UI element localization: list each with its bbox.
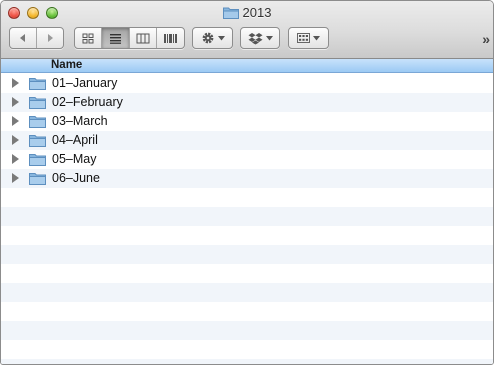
list-item[interactable]: 04–April xyxy=(1,131,493,150)
disclosure-triangle-icon[interactable] xyxy=(12,78,19,88)
dropbox-icon xyxy=(248,32,262,44)
back-button[interactable] xyxy=(10,28,37,48)
disclosure-triangle-icon[interactable] xyxy=(12,154,19,164)
empty-list-row xyxy=(1,321,493,340)
folder-icon xyxy=(29,78,46,90)
empty-list-row xyxy=(1,359,493,364)
list-item-label: 03–March xyxy=(52,114,108,128)
disclosure-triangle-icon[interactable] xyxy=(12,173,19,183)
file-list: 01–January 02–February 03–March 04–April 05–… xyxy=(1,74,493,364)
folder-icon xyxy=(29,135,46,147)
chevron-down-icon xyxy=(217,35,225,40)
empty-list-row xyxy=(1,340,493,359)
empty-list-row xyxy=(1,302,493,321)
disclosure-triangle-icon[interactable] xyxy=(12,97,19,107)
name-column-header-label: Name xyxy=(51,59,83,71)
finder-window: 2013 » Name 01–January 02–February 03–Ma… xyxy=(0,0,494,365)
list-item-label: 02–February xyxy=(52,95,123,109)
column-view-icon xyxy=(136,33,150,43)
forward-arrow-icon xyxy=(47,34,53,42)
folder-icon xyxy=(222,7,239,19)
empty-list-row xyxy=(1,264,493,283)
list-item-label: 01–January xyxy=(52,76,118,90)
list-item[interactable]: 06–June xyxy=(1,169,493,188)
action-menu-inner[interactable] xyxy=(193,28,232,48)
arrange-menu-inner[interactable] xyxy=(289,28,328,48)
chevron-down-icon xyxy=(265,35,273,40)
list-view-button[interactable] xyxy=(102,28,130,48)
folder-icon xyxy=(29,97,46,109)
disclosure-triangle-icon[interactable] xyxy=(12,116,19,126)
arrange-menu-button[interactable] xyxy=(288,27,329,49)
window-title: 2013 xyxy=(1,5,493,20)
list-item[interactable]: 02–February xyxy=(1,93,493,112)
gear-icon xyxy=(202,32,213,44)
list-item-label: 05–May xyxy=(52,152,97,166)
empty-list-row xyxy=(1,283,493,302)
folder-icon xyxy=(29,154,46,166)
dropbox-menu-inner[interactable] xyxy=(241,28,279,48)
list-item[interactable]: 05–May xyxy=(1,150,493,169)
column-view-button[interactable] xyxy=(130,28,157,48)
arrange-grid-icon xyxy=(297,33,310,43)
empty-list-row xyxy=(1,245,493,264)
back-forward-control xyxy=(9,27,64,49)
list-item[interactable]: 01–January xyxy=(1,74,493,93)
chevron-down-icon xyxy=(313,35,320,40)
view-mode-control xyxy=(74,27,185,49)
coverflow-view-icon xyxy=(163,33,177,43)
icon-view-button[interactable] xyxy=(75,28,103,48)
action-menu-button[interactable] xyxy=(192,27,233,49)
icon-view-icon xyxy=(82,33,94,43)
list-item-label: 06–June xyxy=(52,171,100,185)
list-item[interactable]: 03–March xyxy=(1,112,493,131)
folder-icon xyxy=(29,116,46,128)
list-view-icon xyxy=(109,33,121,44)
toolbar: 2013 » xyxy=(1,1,493,59)
disclosure-triangle-icon[interactable] xyxy=(12,135,19,145)
window-title-text: 2013 xyxy=(242,5,272,20)
name-column-header[interactable]: Name xyxy=(1,59,493,73)
empty-list-row xyxy=(1,188,493,207)
forward-button[interactable] xyxy=(37,28,63,48)
dropbox-menu-button[interactable] xyxy=(240,27,280,49)
folder-icon xyxy=(29,173,46,185)
coverflow-view-button[interactable] xyxy=(157,28,184,48)
back-arrow-icon xyxy=(19,34,25,42)
toolbar-overflow-button[interactable]: » xyxy=(482,31,490,47)
empty-list-row xyxy=(1,226,493,245)
empty-list-row xyxy=(1,207,493,226)
list-item-label: 04–April xyxy=(52,133,98,147)
